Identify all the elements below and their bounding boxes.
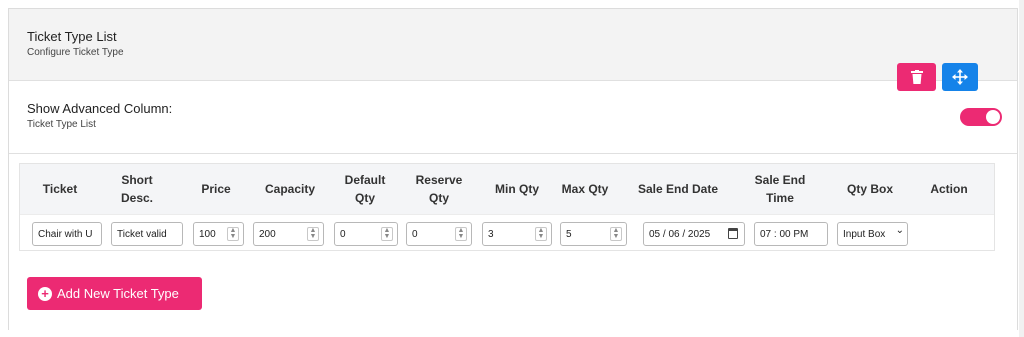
min-qty-input[interactable]: 3 ▲ ▼ — [482, 222, 552, 246]
spinner-arrows-icon[interactable]: ▲ ▼ — [307, 227, 319, 241]
column-header-price: Price — [201, 182, 231, 196]
column-header-capacity: Capacity — [264, 182, 316, 196]
sale-end-date-value: 05 / 06 / 2025 — [649, 228, 711, 240]
column-header-min-qty: Min Qty — [495, 182, 539, 196]
reserve-qty-value: 0 — [412, 228, 418, 240]
capacity-input[interactable]: 200 ▲ ▼ — [253, 222, 324, 246]
advanced-column-row: Show Advanced Column: Ticket Type List — [9, 81, 1017, 154]
add-new-ticket-type-label: Add New Ticket Type — [57, 286, 179, 301]
column-header-short-desc: Short Desc. — [120, 173, 154, 205]
column-header-ticket: Ticket — [42, 182, 78, 196]
column-header-sale-end-time: Sale End Time — [754, 173, 806, 205]
spinner-arrows-icon[interactable]: ▲ ▼ — [381, 227, 393, 241]
panel-header: Ticket Type List Configure Ticket Type — [9, 9, 1017, 81]
sale-end-date-input[interactable]: 05 / 06 / 2025 — [643, 222, 745, 246]
max-qty-value: 5 — [566, 228, 572, 240]
delete-ticket-button[interactable] — [897, 63, 936, 91]
price-value: 100 — [199, 228, 216, 240]
advanced-column-label: Show Advanced Column: — [27, 101, 173, 116]
trash-icon — [910, 70, 923, 84]
add-new-ticket-type-button[interactable]: + Add New Ticket Type — [27, 277, 202, 310]
column-header-sale-end-date: Sale End Date — [637, 182, 719, 196]
advanced-column-sublabel: Ticket Type List — [27, 119, 96, 130]
default-qty-input[interactable]: 0 ▲ ▼ — [334, 222, 398, 246]
calendar-icon[interactable] — [728, 228, 738, 239]
reorder-ticket-button[interactable] — [942, 63, 978, 91]
column-header-max-qty: Max Qty — [561, 182, 609, 196]
column-header-action: Action — [930, 182, 968, 196]
qty-box-select[interactable]: Input Box ⌄ — [837, 222, 908, 246]
min-qty-value: 3 — [488, 228, 494, 240]
sale-end-time-value: 07 : 00 PM — [760, 228, 809, 240]
qty-box-value: Input Box — [843, 228, 886, 240]
sale-end-time-input[interactable]: 07 : 00 PM — [754, 222, 828, 246]
scrollbar-track[interactable] — [1019, 0, 1024, 337]
capacity-value: 200 — [259, 228, 276, 240]
short-desc-input[interactable]: Ticket valid — [111, 222, 183, 246]
default-qty-value: 0 — [340, 228, 346, 240]
spinner-arrows-icon[interactable]: ▲ ▼ — [227, 227, 239, 241]
ticket-name-input[interactable]: Chair with U — [32, 222, 102, 246]
price-input[interactable]: 100 ▲ ▼ — [193, 222, 244, 246]
toggle-knob — [986, 110, 1000, 124]
move-arrows-icon — [952, 69, 968, 85]
spinner-arrows-icon[interactable]: ▲ ▼ — [610, 227, 622, 241]
panel-subtitle: Configure Ticket Type — [27, 47, 124, 58]
column-header-default-qty: Default Qty — [344, 173, 386, 205]
max-qty-input[interactable]: 5 ▲ ▼ — [560, 222, 627, 246]
spinner-arrows-icon[interactable]: ▲ ▼ — [455, 227, 467, 241]
column-header-qty-box: Qty Box — [846, 182, 893, 196]
plus-circle-icon: + — [38, 286, 52, 301]
ticket-table: Ticket Short Desc. Price Capacity Defaul… — [19, 163, 995, 251]
advanced-column-toggle[interactable] — [960, 108, 1002, 126]
reserve-qty-input[interactable]: 0 ▲ ▼ — [406, 222, 472, 246]
panel-title: Ticket Type List — [27, 29, 117, 44]
chevron-down-icon: ⌄ — [895, 225, 904, 236]
spinner-arrows-icon[interactable]: ▲ ▼ — [535, 227, 547, 241]
column-header-reserve-qty: Reserve Qty — [415, 173, 463, 205]
